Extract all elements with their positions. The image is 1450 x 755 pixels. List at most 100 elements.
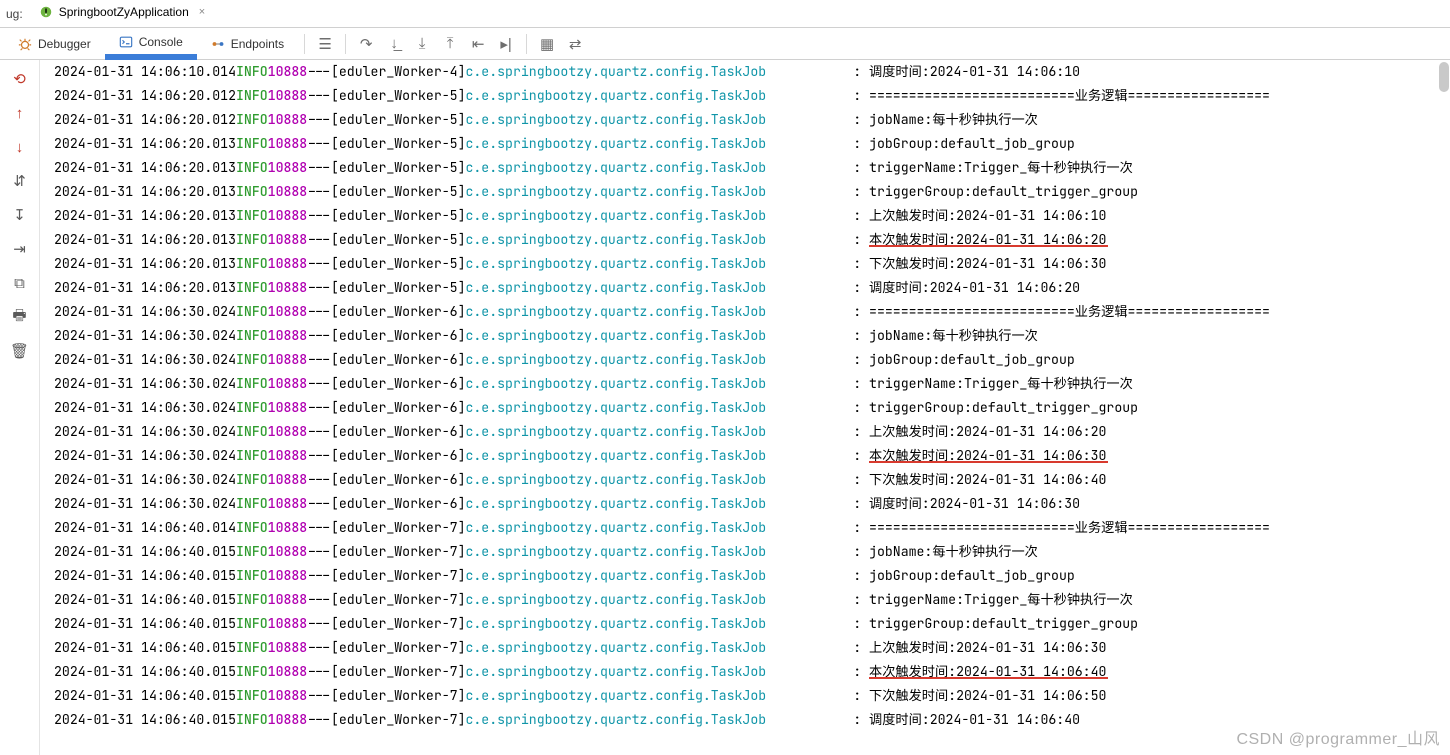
log-colon: : [845,372,869,396]
log-timestamp: 2024-01-31 14:06:20.012 [54,84,236,108]
log-timestamp: 2024-01-31 14:06:30.024 [54,420,236,444]
log-pid: 10888 [268,684,308,708]
log-colon: : [845,132,869,156]
log-timestamp: 2024-01-31 14:06:20.013 [54,228,236,252]
log-pid: 10888 [268,468,308,492]
log-separator: --- [307,60,331,84]
log-logger: c.e.springbootzy.quartz.config.TaskJob [465,156,845,180]
log-message: jobGroup:default_job_group [869,567,1075,584]
log-thread: [eduler_Worker-7] [331,564,466,588]
log-level: INFO [236,540,268,564]
console-output[interactable]: 2024-01-31 14:06:10.014 INFO 10888 --- [… [40,60,1450,755]
force-step-into-icon[interactable]: ⤓ [408,30,436,58]
log-message: 本次触发时间:2024-01-31 14:06:20 [869,231,1106,248]
console-side-toolbar: ⟲ ↑ ↓ ⇵ ↧ ⇥ ⧉ 🖶 🗑 [0,60,40,755]
log-pid: 10888 [268,84,308,108]
log-line: 2024-01-31 14:06:40.015 INFO 10888 --- [… [54,684,1444,708]
log-timestamp: 2024-01-31 14:06:40.015 [54,612,236,636]
log-message: triggerGroup:default_trigger_group [869,399,1138,416]
log-logger: c.e.springbootzy.quartz.config.TaskJob [465,300,845,324]
drop-frame-icon[interactable]: ⇤ [464,30,492,58]
log-thread: [eduler_Worker-7] [331,636,466,660]
log-line: 2024-01-31 14:06:30.024 INFO 10888 --- [… [54,348,1444,372]
log-colon: : [845,324,869,348]
clear-all-icon[interactable]: ⟲ [7,68,33,90]
log-message: 调度时间:2024-01-31 14:06:30 [869,495,1080,512]
log-separator: --- [307,708,331,732]
log-logger: c.e.springbootzy.quartz.config.TaskJob [465,396,845,420]
log-separator: --- [307,396,331,420]
log-level: INFO [236,60,268,84]
log-timestamp: 2024-01-31 14:06:20.013 [54,180,236,204]
log-colon: : [845,636,869,660]
log-colon: : [845,708,869,732]
log-thread: [eduler_Worker-6] [331,372,466,396]
run-config-tab[interactable]: SpringbootZyApplication × [29,2,216,26]
log-line: 2024-01-31 14:06:30.024 INFO 10888 --- [… [54,324,1444,348]
tab-console[interactable]: Console [105,28,197,60]
log-logger: c.e.springbootzy.quartz.config.TaskJob [465,132,845,156]
step-over-icon[interactable]: ↷ [352,30,380,58]
toggle-break-icon[interactable]: ⇥ [7,238,33,260]
up-stack-icon[interactable]: ↑ [7,102,33,124]
log-message: 本次触发时间:2024-01-31 14:06:40 [869,663,1106,680]
log-timestamp: 2024-01-31 14:06:20.012 [54,108,236,132]
log-colon: : [845,684,869,708]
run-to-cursor-icon[interactable]: ▸| [492,30,520,58]
scrollbar-thumb[interactable] [1439,62,1449,92]
log-logger: c.e.springbootzy.quartz.config.TaskJob [465,60,845,84]
print-icon[interactable]: 🖶 [7,306,33,328]
debug-toolbar: Debugger Console Endpoints ☰ ↷ ↓̲ ⤓ ⤒ ⇤ … [0,28,1450,60]
log-pid: 10888 [268,108,308,132]
log-message: 调度时间:2024-01-31 14:06:40 [869,711,1080,728]
log-pid: 10888 [268,60,308,84]
log-separator: --- [307,492,331,516]
log-level: INFO [236,276,268,300]
down-stack-icon[interactable]: ↓ [7,136,33,158]
step-into-icon[interactable]: ↓̲ [380,30,408,58]
log-level: INFO [236,516,268,540]
log-thread: [eduler_Worker-7] [331,708,466,732]
log-message: ==========================业务逻辑==========… [869,87,1270,104]
settings-icon[interactable]: ⧉ [7,272,33,294]
log-level: INFO [236,396,268,420]
log-separator: --- [307,108,331,132]
step-out-icon[interactable]: ⤒ [436,30,464,58]
log-message: triggerGroup:default_trigger_group [869,183,1138,200]
log-separator: --- [307,300,331,324]
evaluate-icon[interactable]: ▦ [533,30,561,58]
log-logger: c.e.springbootzy.quartz.config.TaskJob [465,588,845,612]
log-colon: : [845,612,869,636]
log-logger: c.e.springbootzy.quartz.config.TaskJob [465,540,845,564]
trash-icon[interactable]: 🗑 [7,340,33,362]
log-message: jobName:每十秒钟执行一次 [869,543,1038,560]
log-timestamp: 2024-01-31 14:06:20.013 [54,156,236,180]
tab-endpoints[interactable]: Endpoints [197,28,298,60]
more-icon[interactable]: ⇄ [561,30,589,58]
log-level: INFO [236,348,268,372]
log-pid: 10888 [268,180,308,204]
log-logger: c.e.springbootzy.quartz.config.TaskJob [465,468,845,492]
log-thread: [eduler_Worker-6] [331,420,466,444]
log-pid: 10888 [268,276,308,300]
log-thread: [eduler_Worker-5] [331,108,466,132]
log-level: INFO [236,420,268,444]
log-thread: [eduler_Worker-5] [331,132,466,156]
log-timestamp: 2024-01-31 14:06:40.015 [54,564,236,588]
endpoints-icon [211,37,225,51]
log-logger: c.e.springbootzy.quartz.config.TaskJob [465,708,845,732]
close-icon[interactable]: × [199,6,205,18]
filter-icon[interactable]: ☰ [311,30,339,58]
tab-debugger[interactable]: Debugger [4,28,105,60]
log-pid: 10888 [268,204,308,228]
log-timestamp: 2024-01-31 14:06:30.024 [54,324,236,348]
log-colon: : [845,660,869,684]
scroll-to-end-icon[interactable]: ↧ [7,204,33,226]
soft-wrap-icon[interactable]: ⇵ [7,170,33,192]
log-timestamp: 2024-01-31 14:06:40.014 [54,516,236,540]
log-thread: [eduler_Worker-6] [331,348,466,372]
log-logger: c.e.springbootzy.quartz.config.TaskJob [465,108,845,132]
log-pid: 10888 [268,564,308,588]
log-line: 2024-01-31 14:06:40.014 INFO 10888 --- [… [54,516,1444,540]
log-pid: 10888 [268,252,308,276]
